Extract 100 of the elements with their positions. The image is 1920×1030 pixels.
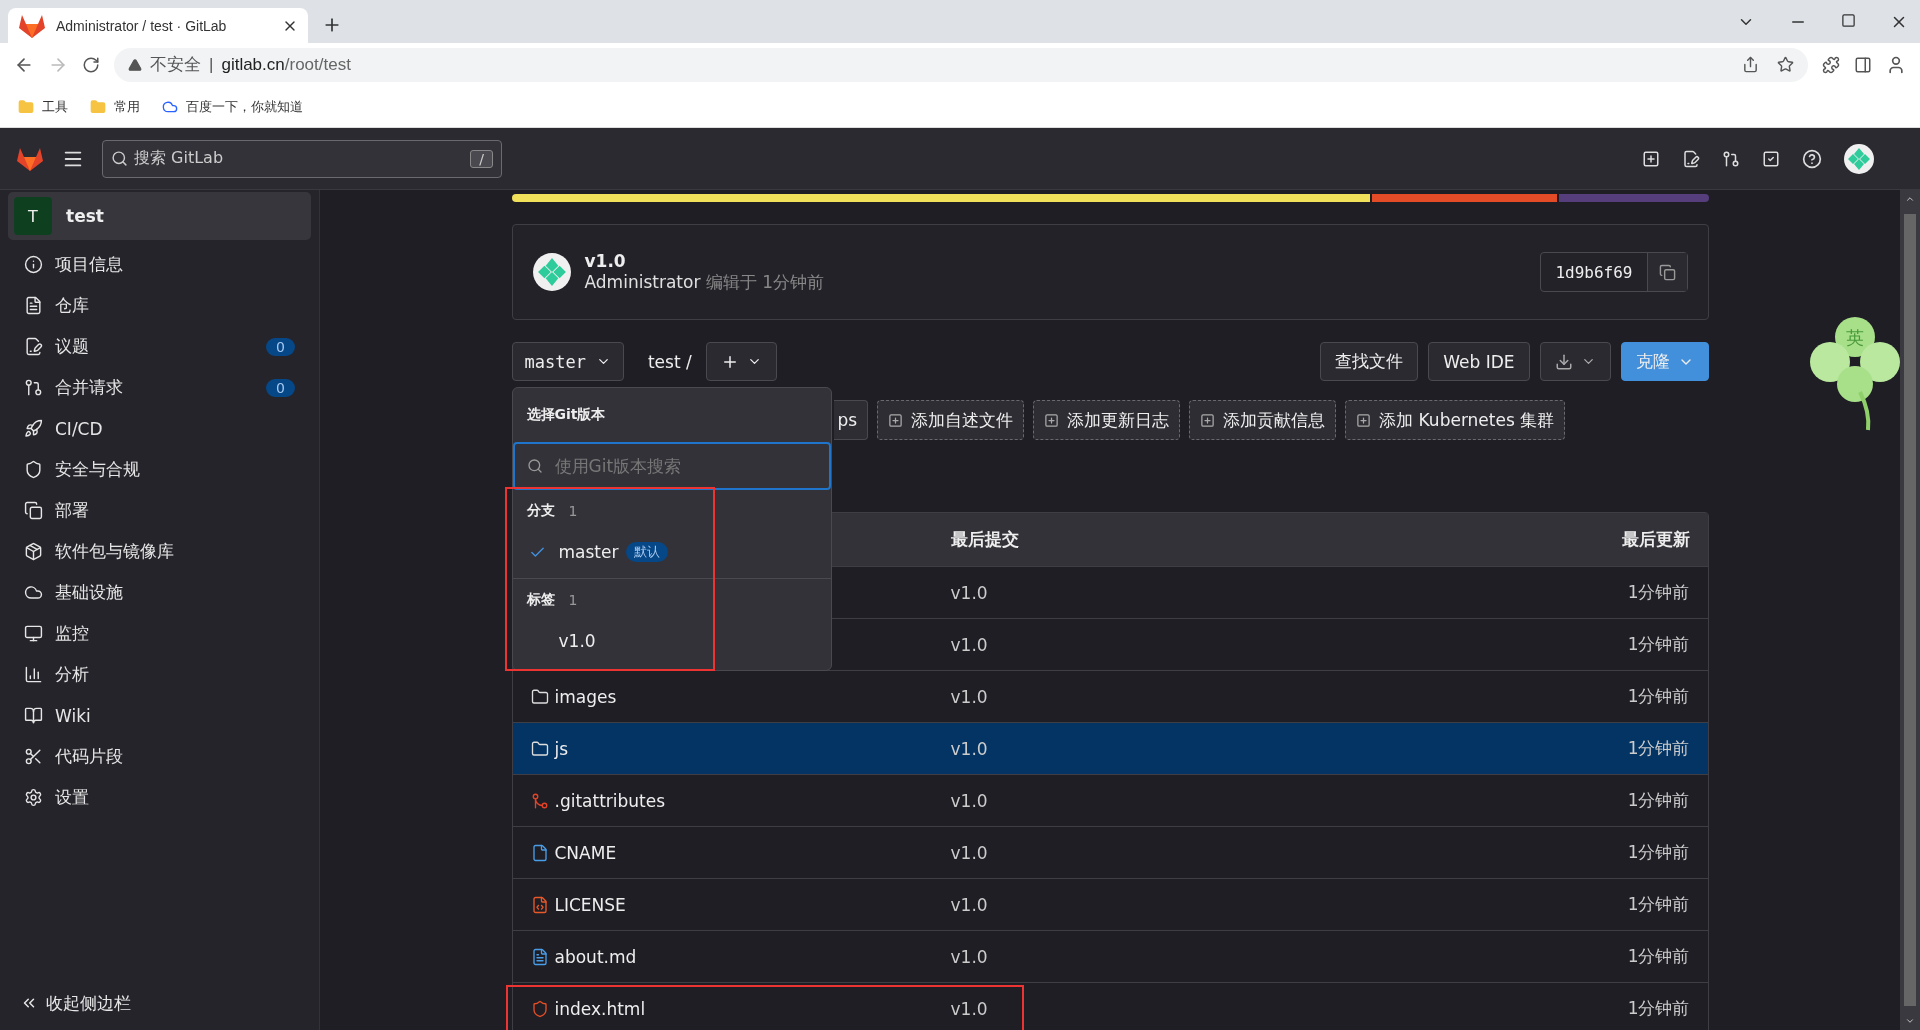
updated-cell-text: 1分钟前 [1626, 685, 1690, 708]
sidebar-item[interactable]: 监控 [8, 613, 311, 654]
add-menu-button[interactable] [705, 342, 777, 381]
updated-cell-text: 1分钟前 [1626, 789, 1690, 812]
commit-title[interactable]: v1.0 [584, 250, 825, 271]
shield-icon [24, 460, 43, 479]
folder-icon [90, 98, 106, 115]
file-name[interactable]: images [530, 686, 951, 707]
file-icon [24, 296, 43, 315]
merge-request-icon[interactable] [1722, 149, 1740, 168]
scrollbar-thumb[interactable] [1904, 214, 1916, 1006]
search-icon [111, 150, 128, 167]
commit-cell-text: v1.0 [950, 634, 989, 655]
file-name[interactable]: CNAME [530, 842, 951, 863]
column-header: 最后提交 [950, 528, 1020, 551]
bookmark[interactable]: 百度一下，你就知道 [162, 97, 303, 116]
sidebar-item[interactable]: 基础设施 [8, 572, 311, 613]
sidebar-item[interactable]: Wiki [8, 695, 311, 736]
warning-icon [128, 57, 142, 72]
merge-request-icon [24, 378, 43, 397]
bookmark[interactable]: 常用 [90, 97, 140, 116]
create-icon[interactable] [1642, 149, 1660, 168]
todo-icon[interactable] [1762, 149, 1780, 168]
book-icon [24, 706, 43, 725]
sidebar-item[interactable]: CI/CD [8, 408, 311, 449]
file-name[interactable]: .gitattributes [530, 790, 951, 811]
suggestion-button[interactable]: 添加更新日志 [1033, 400, 1181, 440]
folder-icon [18, 98, 34, 115]
branch-selector[interactable]: master [511, 342, 624, 381]
commit-cell-text: v1.0 [950, 998, 989, 1019]
sidebar-item[interactable]: 代码片段 [8, 736, 311, 777]
file-name[interactable]: index.html [530, 998, 951, 1019]
author-avatar-icon [532, 253, 571, 291]
sidebar-item[interactable]: 仓库 [8, 285, 311, 326]
sidebar-item[interactable]: 安全与合规 [8, 449, 311, 490]
scrollbar[interactable] [1900, 190, 1920, 1030]
issues-icon [24, 337, 43, 356]
updated-cell-text: 1分钟前 [1626, 893, 1690, 916]
sidebar-item[interactable]: 设置 [8, 777, 311, 818]
maximize-icon[interactable] [1841, 12, 1856, 28]
scroll-down-icon[interactable] [1905, 1016, 1915, 1026]
file-name[interactable]: about.md [530, 946, 951, 967]
folder-icon [530, 687, 549, 706]
commit-cell-text: v1.0 [950, 894, 989, 915]
suggestion-button[interactable]: 添加贡献信息 [1189, 400, 1337, 440]
markdown-icon [530, 947, 549, 966]
commit-cell-text: v1.0 [950, 582, 989, 603]
collapse-sidebar-link[interactable]: 收起侧边栏 [8, 978, 311, 1028]
suggestion-button[interactable]: ps [833, 400, 869, 440]
sidebar-item[interactable]: 项目信息 [8, 244, 311, 285]
plus-icon [1044, 412, 1060, 428]
breadcrumb[interactable]: test / [647, 351, 692, 372]
search-icon [526, 458, 543, 474]
shortcut-key: / [470, 149, 493, 168]
bookmark[interactable]: 工具 [18, 97, 68, 116]
commit-cell-text: v1.0 [950, 738, 989, 759]
address-bar[interactable]: 不安全 | gitlab.cn/root/test [114, 47, 1808, 82]
search-field[interactable]: 搜索 GitLab / [102, 139, 502, 178]
sidebar-item[interactable]: 软件包与镜像库 [8, 531, 311, 572]
side-panel-icon[interactable] [1854, 55, 1872, 74]
action-button[interactable]: Web IDE [1428, 342, 1530, 381]
updated-cell-text: 1分钟前 [1626, 945, 1690, 968]
file-row[interactable]: js v1.0 1分钟前 [512, 722, 1708, 774]
file-name[interactable]: LICENSE [530, 894, 951, 915]
copy-button[interactable] [1646, 253, 1687, 291]
scroll-up-icon[interactable] [1905, 194, 1915, 204]
suggestion-button[interactable]: 添加 Kubernetes 集群 [1345, 400, 1566, 440]
ime-label: 英 [1846, 327, 1864, 348]
suggestion-button[interactable]: 添加自述文件 [877, 400, 1025, 440]
sidebar-item[interactable]: 分析 [8, 654, 311, 695]
bookmark-star-icon[interactable] [1777, 56, 1794, 73]
browser-tab[interactable]: Administrator / test · GitLab [8, 8, 308, 43]
commit-cell-text: v1.0 [950, 842, 989, 863]
default-badge: 默认 [626, 542, 669, 562]
profile-icon[interactable] [1886, 54, 1906, 75]
commit-cell-text: v1.0 [950, 946, 989, 967]
sidebar-item[interactable]: 部署 [8, 490, 311, 531]
sidebar-item[interactable]: 议题 0 [8, 326, 311, 367]
commit-meta: Administrator 编辑于 1分钟前 [584, 270, 825, 294]
package-icon [24, 542, 43, 561]
sidebar-item[interactable]: 合并请求 0 [8, 367, 311, 408]
project-header[interactable]: T test [8, 192, 311, 240]
extensions-icon[interactable] [1822, 55, 1840, 74]
folder-icon [530, 739, 549, 758]
action-button[interactable]: 查找文件 [1320, 342, 1419, 381]
ref-search-field[interactable]: 使用Git版本搜索 [512, 442, 831, 490]
section-count: 1 [568, 503, 578, 519]
help-icon[interactable] [1802, 148, 1822, 169]
ref-option[interactable]: v1.0 [512, 621, 831, 661]
project-avatar: T [14, 197, 52, 235]
column-header: 最后更新 [1620, 528, 1690, 551]
share-icon[interactable] [1742, 56, 1759, 73]
user-avatar-icon[interactable] [1844, 143, 1874, 174]
section-heading: 分支 [526, 502, 555, 520]
file-name[interactable]: js [530, 738, 951, 759]
download-button[interactable] [1539, 342, 1611, 381]
info-icon [24, 255, 43, 274]
reload-icon[interactable] [82, 55, 100, 74]
dropdown-title: 选择Git版本 [526, 406, 606, 424]
issues-icon[interactable] [1682, 149, 1700, 168]
